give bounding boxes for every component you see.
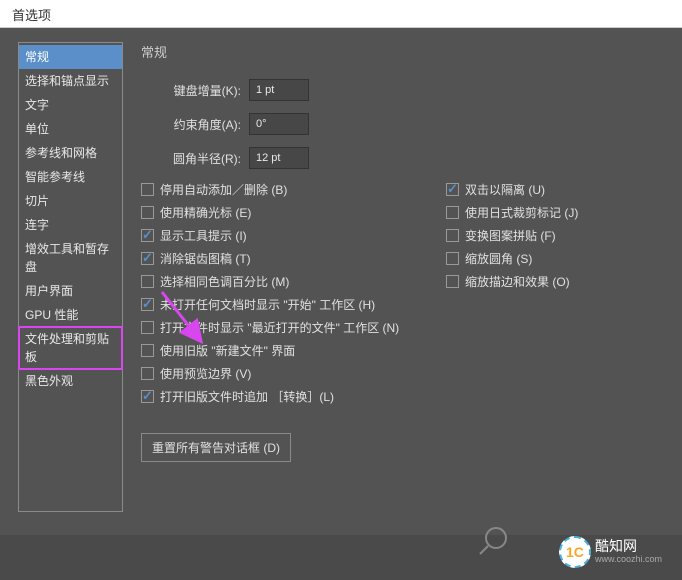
checkbox-label: 使用日式裁剪标记 (J) <box>465 204 578 221</box>
sidebar: 常规选择和锚点显示文字单位参考线和网格智能参考线切片连字增效工具和暂存盘用户界面… <box>18 42 123 512</box>
checkbox[interactable] <box>141 298 154 311</box>
checkbox[interactable] <box>141 206 154 219</box>
checkbox[interactable] <box>446 206 459 219</box>
checkbox-label: 消除锯齿图稿 (T) <box>160 250 251 267</box>
checkbox[interactable] <box>141 229 154 242</box>
corner-radius-label: 圆角半径(R): <box>141 150 241 167</box>
checkbox-label: 显示工具提示 (I) <box>160 227 247 244</box>
checkbox[interactable] <box>141 275 154 288</box>
checkbox[interactable] <box>141 321 154 334</box>
sidebar-item-5[interactable]: 智能参考线 <box>19 165 122 189</box>
checkbox-label: 缩放描边和效果 (O) <box>465 273 570 290</box>
magnifier-icon <box>478 526 508 556</box>
watermark-badge: 1C <box>559 536 591 568</box>
checkbox[interactable] <box>446 275 459 288</box>
checkbox[interactable] <box>141 252 154 265</box>
checkbox[interactable] <box>141 390 154 403</box>
sidebar-item-9[interactable]: 用户界面 <box>19 279 122 303</box>
key-increment-label: 键盘增量(K): <box>141 82 241 99</box>
checkbox-label: 打开旧版文件时追加 ［转换］(L) <box>160 388 334 405</box>
watermark: 1C 酷知网 www.coozhi.com <box>559 536 662 568</box>
key-increment-input[interactable] <box>249 79 309 101</box>
sidebar-item-7[interactable]: 连字 <box>19 213 122 237</box>
checkbox-label: 停用自动添加／删除 (B) <box>160 181 287 198</box>
sidebar-item-4[interactable]: 参考线和网格 <box>19 141 122 165</box>
sidebar-item-1[interactable]: 选择和锚点显示 <box>19 69 122 93</box>
constrain-angle-input[interactable] <box>249 113 309 135</box>
checkbox[interactable] <box>141 344 154 357</box>
checkbox-label: 打开文件时显示 "最近打开的文件" 工作区 (N) <box>160 319 399 336</box>
checkbox-label: 使用旧版 "新建文件" 界面 <box>160 342 295 359</box>
corner-radius-input[interactable] <box>249 147 309 169</box>
checkbox-label: 变换图案拼贴 (F) <box>465 227 556 244</box>
checkbox[interactable] <box>141 183 154 196</box>
checkbox-label: 双击以隔离 (U) <box>465 181 545 198</box>
checkbox[interactable] <box>446 229 459 242</box>
checkbox-label: 使用精确光标 (E) <box>160 204 251 221</box>
checkbox-label: 选择相同色调百分比 (M) <box>160 273 289 290</box>
checkbox[interactable] <box>446 252 459 265</box>
watermark-url: www.coozhi.com <box>595 555 662 565</box>
panel-title: 常规 <box>141 42 664 61</box>
sidebar-item-11[interactable]: 文件处理和剪贴板 <box>19 327 122 369</box>
sidebar-item-8[interactable]: 增效工具和暂存盘 <box>19 237 122 279</box>
sidebar-item-0[interactable]: 常规 <box>19 45 122 69</box>
checkbox-label: 使用预览边界 (V) <box>160 365 251 382</box>
checkbox-label: 缩放圆角 (S) <box>465 250 532 267</box>
reset-dialogs-button[interactable]: 重置所有警告对话框 (D) <box>141 433 291 462</box>
sidebar-item-12[interactable]: 黑色外观 <box>19 369 122 393</box>
sidebar-item-3[interactable]: 单位 <box>19 117 122 141</box>
sidebar-item-2[interactable]: 文字 <box>19 93 122 117</box>
watermark-text: 酷知网 <box>595 539 662 554</box>
checkbox-label: 未打开任何文档时显示 "开始" 工作区 (H) <box>160 296 375 313</box>
sidebar-item-10[interactable]: GPU 性能 <box>19 303 122 327</box>
checkbox[interactable] <box>446 183 459 196</box>
window-title: 首选项 <box>0 0 682 28</box>
constrain-angle-label: 约束角度(A): <box>141 116 241 133</box>
sidebar-item-6[interactable]: 切片 <box>19 189 122 213</box>
checkbox[interactable] <box>141 367 154 380</box>
